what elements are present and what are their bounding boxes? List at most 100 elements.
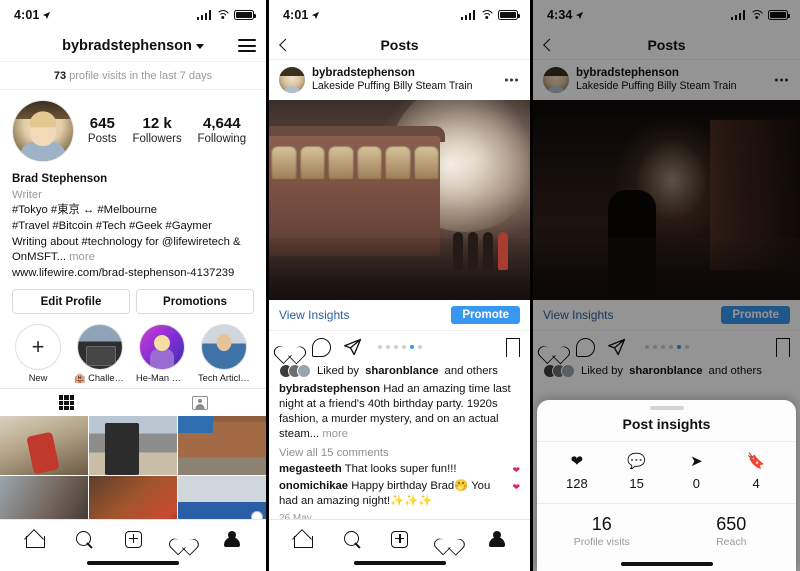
- liked-by-avatars: [279, 363, 311, 378]
- highlight-tech-articles[interactable]: Tech Articles: [198, 324, 250, 384]
- battery-icon: [234, 10, 256, 20]
- profile-summary-row: 645 Posts 12 k Followers 4,644 Following: [12, 100, 254, 162]
- highlight-heman[interactable]: He-Man Mo...: [136, 324, 188, 384]
- like-heart-icon[interactable]: [279, 337, 300, 358]
- profile-visits-banner[interactable]: 73 profile visits in the last 7 days: [0, 62, 266, 90]
- chevron-down-icon: [195, 44, 204, 49]
- home-indicator: [353, 561, 446, 565]
- caption-more-link[interactable]: more: [322, 428, 348, 440]
- bookmark-icon[interactable]: [505, 337, 522, 368]
- comment-row: megasteeth That looks super fun!!! ❤: [269, 461, 530, 478]
- more-options-icon[interactable]: [505, 78, 518, 82]
- activity-heart-icon[interactable]: [439, 531, 458, 548]
- summary-reach: 650 Reach: [667, 514, 797, 548]
- avatar[interactable]: [279, 66, 305, 93]
- image-people: [453, 231, 508, 270]
- status-time-middle: 4:01: [283, 8, 320, 22]
- tab-grid[interactable]: [0, 389, 133, 416]
- stat-posts-value: 645: [89, 114, 115, 132]
- comment-icon[interactable]: [312, 337, 331, 357]
- home-icon[interactable]: [25, 531, 45, 548]
- bio-line-4-wrap: OnMSFT... more: [12, 250, 254, 266]
- view-insights-link[interactable]: View Insights: [279, 308, 349, 322]
- tab-tagged[interactable]: [133, 389, 266, 416]
- profile-person-icon[interactable]: [224, 530, 241, 548]
- highlight-new[interactable]: + New: [12, 324, 64, 384]
- share-send-icon[interactable]: [343, 337, 363, 357]
- profile-header-bar: bybradstephenson: [0, 30, 266, 62]
- stat-posts[interactable]: 645 Posts: [88, 115, 117, 147]
- reach-label: Reach: [716, 536, 747, 548]
- caption-username[interactable]: bybradstephenson: [279, 383, 380, 395]
- post-author-username[interactable]: bybradstephenson: [312, 66, 473, 80]
- location-arrow-icon: [312, 11, 320, 19]
- edit-profile-button[interactable]: Edit Profile: [12, 289, 130, 315]
- home-indicator: [87, 561, 179, 565]
- bio-website-link[interactable]: www.lifewire.com/brad-stephenson-4137239: [12, 266, 254, 282]
- highlight-thumb-tech: [201, 324, 247, 371]
- profile-stats: 645 Posts 12 k Followers 4,644 Following: [74, 115, 254, 147]
- metric-saves: 🔖 4: [726, 454, 786, 491]
- grid-photo[interactable]: [0, 416, 88, 475]
- metric-likes-value: 128: [566, 476, 588, 491]
- profile-username-dropdown[interactable]: bybradstephenson: [62, 38, 204, 54]
- stat-following[interactable]: 4,644 Following: [198, 115, 247, 147]
- post-image-steam-train[interactable]: [269, 99, 530, 300]
- wifi-icon: [216, 10, 229, 20]
- search-icon[interactable]: [76, 530, 93, 548]
- activity-heart-icon[interactable]: [174, 531, 193, 548]
- post-location[interactable]: Lakeside Puffing Billy Steam Train: [312, 80, 473, 93]
- profile-body: 645 Posts 12 k Followers 4,644 Following…: [0, 90, 266, 315]
- phone-screen-post-insights: 4:34 Posts bybradstephenson Lakeside Puf…: [533, 0, 800, 571]
- liked-by-suffix[interactable]: and others: [445, 365, 498, 377]
- add-post-icon[interactable]: [391, 530, 409, 548]
- view-all-comments-link[interactable]: View all 15 comments: [269, 443, 530, 461]
- comment-like-heart-icon[interactable]: ❤: [512, 481, 520, 493]
- stat-followers-value: 12 k: [142, 114, 172, 132]
- home-icon[interactable]: [294, 531, 314, 548]
- highlight-thumb-challenge: [77, 324, 123, 371]
- profile-photo-grid: [0, 416, 266, 535]
- comment-like-heart-icon[interactable]: ❤: [512, 464, 520, 476]
- stat-followers[interactable]: 12 k Followers: [132, 115, 181, 147]
- highlight-challenge[interactable]: 🏨 Challenge: [74, 324, 126, 384]
- grid-photo[interactable]: [178, 416, 266, 475]
- metric-saves-value: 4: [752, 476, 760, 491]
- add-post-icon[interactable]: [124, 530, 142, 548]
- status-indicators-left: [196, 10, 256, 20]
- liked-by-username[interactable]: sharonblance: [365, 365, 438, 377]
- profile-person-icon[interactable]: [488, 530, 505, 548]
- comment-username[interactable]: onomichikae: [279, 480, 348, 492]
- battery-icon: [498, 10, 520, 20]
- comment-username[interactable]: megasteeth: [279, 463, 342, 475]
- grid-photo[interactable]: [89, 416, 177, 475]
- avatar[interactable]: [12, 100, 74, 162]
- highlight-thumb-heman: [139, 324, 185, 371]
- story-highlights-row: + New 🏨 Challenge He-Man Mo... Tech Arti…: [0, 314, 266, 388]
- status-indicators-middle: [460, 10, 520, 20]
- back-chevron-icon[interactable]: [279, 38, 292, 51]
- search-icon[interactable]: [343, 530, 361, 548]
- bottom-nav-icons: [0, 520, 266, 554]
- bio-line-1: #Tokyo #東京 ↔ #Melbourne: [12, 204, 158, 217]
- insights-bar-middle: View Insights Promote: [269, 300, 530, 331]
- post-insights-summary: 16 Profile visits 650 Reach: [537, 503, 796, 560]
- cellular-signal-icon: [196, 10, 211, 20]
- post-page-title: Posts: [380, 36, 419, 53]
- promotions-button[interactable]: Promotions: [136, 289, 254, 315]
- bio-more-link[interactable]: more: [69, 251, 95, 263]
- stat-followers-label: Followers: [132, 133, 182, 146]
- bottom-nav-icons: [269, 520, 530, 554]
- bio-category: Writer: [12, 188, 42, 201]
- highlight-tech-label: Tech Articles: [198, 373, 250, 384]
- stat-posts-label: Posts: [87, 133, 117, 146]
- profile-visits-label: Profile visits: [573, 536, 630, 548]
- stat-following-label: Following: [197, 133, 247, 146]
- phone-screen-post: 4:01 Posts bybradstephenson Lakeside Puf…: [266, 0, 533, 571]
- avatar-hair: [29, 111, 57, 128]
- promote-button[interactable]: Promote: [451, 305, 520, 324]
- metric-likes: ❤ 128: [547, 454, 607, 491]
- profile-bio: Brad Stephenson Writer #Tokyo #東京 ↔ #Mel…: [12, 172, 254, 281]
- hamburger-icon[interactable]: [238, 36, 256, 56]
- status-bar-left: 4:01: [0, 0, 266, 30]
